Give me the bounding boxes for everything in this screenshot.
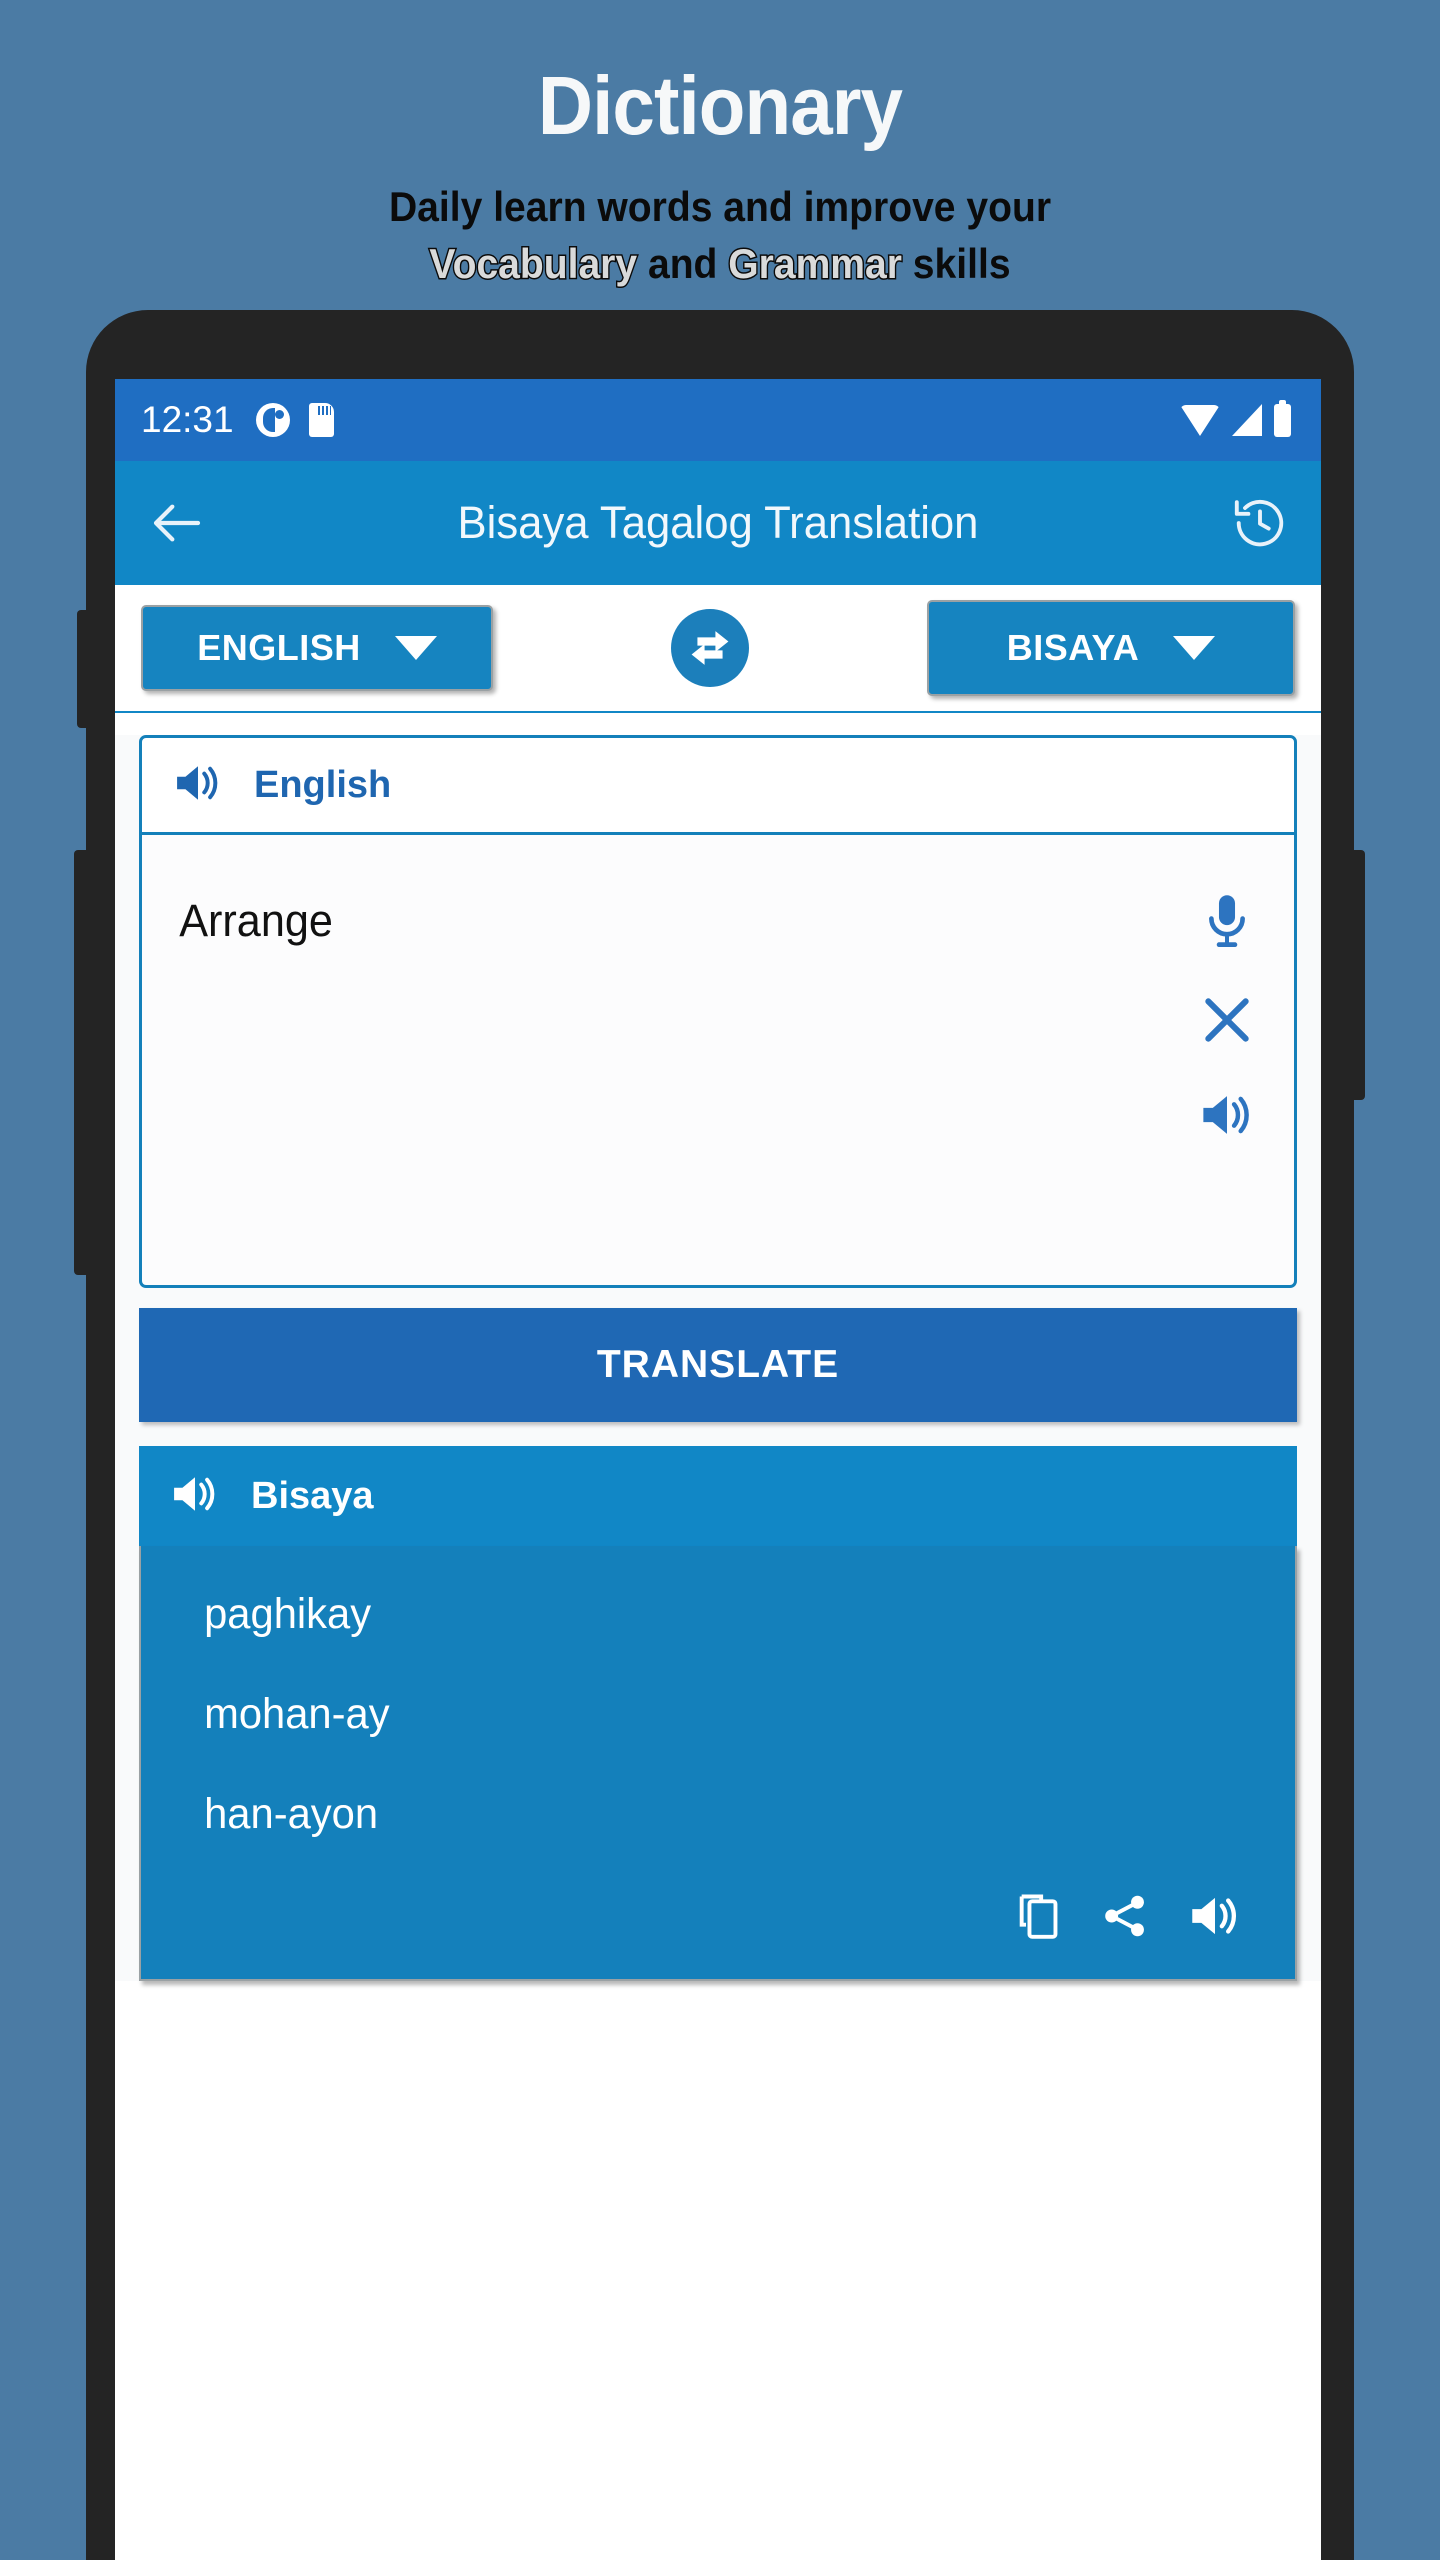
app-bar-title: Bisaya Tagalog Translation [457,497,979,548]
phone-side-button-right[interactable] [1352,850,1365,1100]
status-bar-clock: 12:31 [141,399,234,440]
result-action-icons [175,1890,1261,1953]
battery-icon [1274,399,1291,437]
app-bar: Bisaya Tagalog Translation [115,461,1321,585]
swap-horizontal-icon[interactable] [671,609,749,687]
phone-side-button-bottom-left[interactable] [74,850,88,1275]
promo-subtitle: Daily learn words and improve your Vocab… [50,179,1389,292]
microphone-icon[interactable] [1201,893,1253,956]
history-icon[interactable] [1231,494,1289,552]
result-panel-label: Bisaya [251,1474,374,1517]
speaker-icon[interactable] [172,760,224,811]
copy-icon[interactable] [1015,1890,1063,1947]
phone-screen: 12:31 Bisaya Tagalog Translation ENGLISH… [115,379,1321,2560]
language-selector-bar: ENGLISH BISAYA [115,585,1321,713]
list-item[interactable]: han-ayon [175,1790,1228,1839]
promo-highlight-vocabulary: Vocabulary [428,238,638,288]
cellular-signal-icon [1232,404,1262,436]
status-bar: 12:31 [115,379,1321,461]
source-language-dropdown[interactable]: ENGLISH [141,605,493,691]
contrast-icon [255,403,290,437]
speaker-icon[interactable] [1187,1891,1243,1946]
list-item[interactable]: paghikay [175,1590,1228,1639]
source-text-input[interactable]: Arrange [139,835,1297,1288]
list-item[interactable]: mohan-ay [175,1690,1228,1739]
source-panel-header: English [139,735,1297,835]
swap-button-wrapper [493,609,927,687]
phone-side-button-top-left[interactable] [77,610,89,728]
page-title: Dictionary [537,59,903,152]
wifi-icon [1180,404,1220,436]
status-bar-right-icons [1180,399,1291,437]
promo-subtitle-mid: and [637,239,729,287]
clear-icon[interactable] [1199,992,1255,1053]
source-panel-label: English [254,763,392,806]
result-panel-body: paghikay mohan-ay han-ayon [139,1546,1297,1981]
promo-subtitle-end: skills [901,239,1011,287]
target-language-label: BISAYA [1006,627,1140,668]
sd-card-icon [308,403,334,437]
back-arrow-icon[interactable] [149,495,205,551]
promo-subtitle-line1: Daily learn words and improve your [388,183,1052,231]
source-language-label: ENGLISH [197,627,361,668]
chevron-down-icon [394,636,437,660]
source-action-icons [1198,893,1256,1146]
speaker-icon[interactable] [1198,1089,1256,1146]
status-bar-left-icons [255,403,334,437]
speaker-icon[interactable] [169,1471,221,1522]
phone-frame: 12:31 Bisaya Tagalog Translation ENGLISH… [74,310,1365,2560]
chevron-down-icon [1173,636,1216,660]
share-icon[interactable] [1100,1891,1150,1946]
promo-highlight-grammar: Grammar [727,238,903,288]
translate-button[interactable]: TRANSLATE [139,1308,1297,1422]
source-text-value: Arrange [179,895,333,946]
target-language-dropdown[interactable]: BISAYA [927,600,1295,696]
content-area: English Arrange TRANSLATE Bisaya paghika… [115,735,1321,1981]
promo-subtitle-line2: Vocabulary and Grammar skills [50,236,1389,293]
result-panel-header: Bisaya [139,1446,1297,1546]
